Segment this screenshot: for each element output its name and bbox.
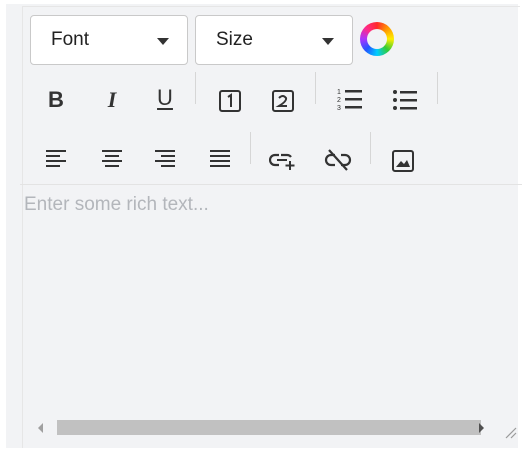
align-center-button[interactable] bbox=[97, 144, 127, 174]
insert-link-button[interactable] bbox=[268, 145, 298, 175]
align-right-icon bbox=[155, 150, 175, 167]
underline-button[interactable]: U bbox=[150, 83, 180, 113]
scroll-left-icon[interactable] bbox=[38, 423, 43, 433]
chevron-down-icon bbox=[157, 38, 169, 45]
toolbar-separator bbox=[250, 132, 251, 164]
scroll-right-icon[interactable] bbox=[479, 423, 484, 433]
align-justify-icon bbox=[210, 150, 230, 167]
ordered-list-icon: 1 2 3 bbox=[337, 89, 362, 112]
unordered-list-icon bbox=[393, 90, 417, 110]
italic-button[interactable]: I bbox=[97, 85, 127, 115]
subscript-box-icon bbox=[272, 90, 294, 112]
scrollbar-thumb[interactable] bbox=[57, 420, 481, 435]
subscript-button[interactable] bbox=[268, 86, 298, 116]
toolbar-separator bbox=[315, 72, 316, 104]
italic-label: I bbox=[107, 87, 117, 112]
ordered-list-button[interactable]: 1 2 3 bbox=[335, 85, 365, 115]
toolbar-divider bbox=[20, 184, 522, 185]
unordered-list-button[interactable] bbox=[390, 85, 420, 115]
svg-text:2: 2 bbox=[337, 97, 341, 104]
color-picker-button[interactable] bbox=[360, 22, 394, 56]
align-right-button[interactable] bbox=[150, 144, 180, 174]
remove-link-button[interactable] bbox=[323, 145, 353, 175]
horizontal-scrollbar[interactable] bbox=[24, 416, 500, 440]
toolbar-separator bbox=[437, 72, 438, 104]
unlink-icon bbox=[324, 149, 352, 171]
image-icon bbox=[392, 150, 414, 172]
toolbar-separator bbox=[370, 132, 371, 164]
align-left-button[interactable] bbox=[41, 144, 71, 174]
insert-image-button[interactable] bbox=[388, 146, 418, 176]
size-select-value: Size bbox=[216, 29, 253, 50]
toolbar-separator bbox=[195, 72, 196, 104]
size-select[interactable]: Size bbox=[195, 15, 353, 65]
underline-label: U bbox=[157, 85, 173, 110]
align-center-icon bbox=[102, 150, 122, 167]
editor-content-area[interactable]: Enter some rich text... bbox=[24, 194, 494, 414]
align-justify-button[interactable] bbox=[205, 144, 235, 174]
link-icon bbox=[269, 153, 295, 170]
chevron-down-icon bbox=[322, 38, 334, 45]
bold-label: B bbox=[48, 87, 64, 112]
superscript-box-icon bbox=[219, 90, 241, 112]
editor-placeholder: Enter some rich text... bbox=[24, 194, 209, 215]
svg-text:1: 1 bbox=[337, 89, 341, 96]
align-left-icon bbox=[46, 150, 66, 167]
font-select[interactable]: Font bbox=[30, 15, 188, 65]
resize-grip-icon[interactable] bbox=[502, 424, 518, 440]
superscript-button[interactable] bbox=[215, 86, 245, 116]
bold-button[interactable]: B bbox=[41, 85, 71, 115]
svg-text:3: 3 bbox=[337, 105, 341, 112]
font-select-value: Font bbox=[51, 29, 90, 50]
